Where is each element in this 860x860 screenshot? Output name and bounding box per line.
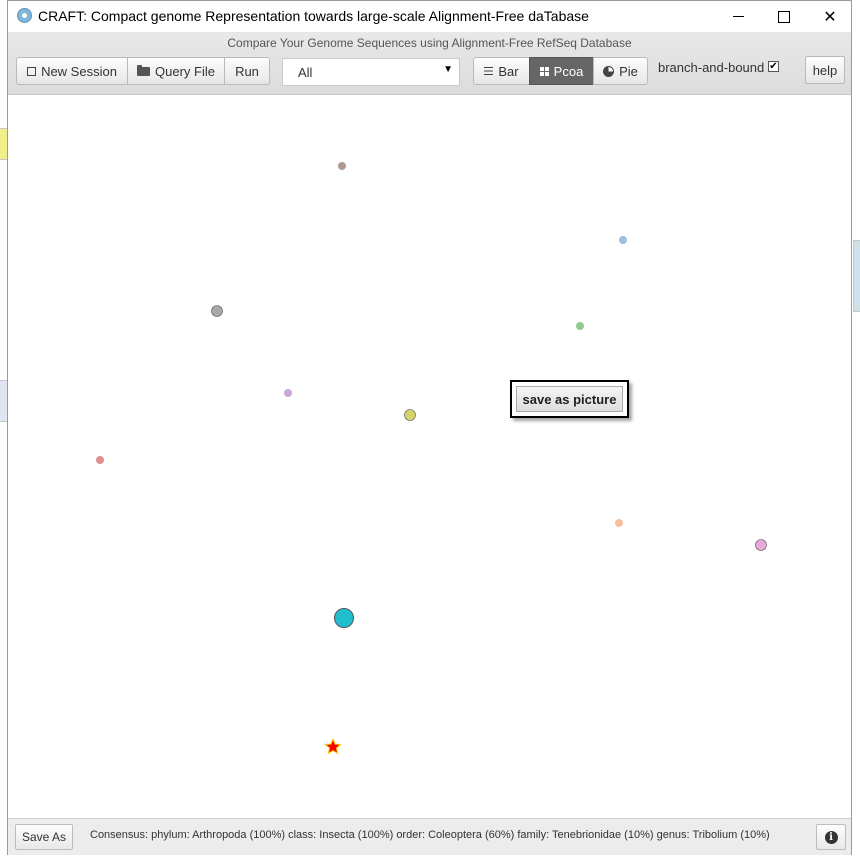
pcoa-plot-area[interactable]: save as picture xyxy=(8,95,851,818)
minimize-icon xyxy=(732,16,744,17)
status-bar: Save As Consensus: phylum: Arthropoda (1… xyxy=(8,818,851,855)
pcoa-view-button[interactable]: Pcoa xyxy=(529,57,594,85)
pcoa-point-9[interactable] xyxy=(755,539,767,551)
pie-chart-icon xyxy=(603,65,615,77)
craft-app-icon xyxy=(17,8,32,23)
save-as-button[interactable]: Save As xyxy=(15,824,73,850)
background-window-right xyxy=(853,240,860,312)
pcoa-scatter-plot xyxy=(96,162,767,755)
title-bar[interactable]: CRAFT: Compact genome Representation tow… xyxy=(8,1,851,32)
bar-label: Bar xyxy=(498,63,519,79)
branch-and-bound-label: branch-and-bound xyxy=(658,60,765,75)
query-file-label: Query File xyxy=(155,63,215,79)
close-button[interactable]: ✕ xyxy=(807,1,853,32)
rank-select[interactable]: All ▼ xyxy=(282,58,460,86)
new-session-icon xyxy=(27,66,37,76)
save-as-picture-button[interactable]: save as picture xyxy=(516,386,623,412)
pcoa-point-7[interactable] xyxy=(96,456,104,464)
bar-view-button[interactable]: Bar xyxy=(473,57,530,85)
pcoa-point-8[interactable] xyxy=(615,519,623,527)
run-label: Run xyxy=(235,63,259,79)
pcoa-point-6[interactable] xyxy=(404,409,416,421)
pcoa-point-5[interactable] xyxy=(284,389,292,397)
pie-view-button[interactable]: Pie xyxy=(593,57,648,85)
grid-icon xyxy=(539,66,549,76)
pcoa-point-10[interactable] xyxy=(334,608,354,628)
pcoa-point-3[interactable] xyxy=(211,305,223,317)
pcoa-point-4[interactable] xyxy=(576,322,584,330)
pie-label: Pie xyxy=(619,63,638,79)
pcoa-label: Pcoa xyxy=(553,63,584,79)
query-star-marker[interactable] xyxy=(324,737,342,755)
dropdown-arrow-icon: ▼ xyxy=(443,64,453,75)
minimize-button[interactable] xyxy=(715,1,761,32)
help-button[interactable]: help xyxy=(805,56,845,84)
help-label: help xyxy=(812,62,838,78)
pcoa-point-1[interactable] xyxy=(338,162,346,170)
context-menu: save as picture xyxy=(510,380,629,418)
app-window: CRAFT: Compact genome Representation tow… xyxy=(7,0,852,855)
query-file-button[interactable]: Query File xyxy=(127,57,225,85)
folder-icon xyxy=(137,64,151,76)
maximize-button[interactable] xyxy=(761,1,807,32)
pcoa-point-2[interactable] xyxy=(619,236,627,244)
run-button[interactable]: Run xyxy=(224,57,270,85)
new-session-label: New Session xyxy=(41,63,117,79)
list-icon xyxy=(484,67,494,75)
rank-select-value: All xyxy=(298,65,313,80)
toolbar: Compare Your Genome Sequences using Alig… xyxy=(8,32,851,95)
checkmark-icon: ✔ xyxy=(769,61,778,72)
close-icon: ✕ xyxy=(823,8,837,26)
consensus-text: Consensus: phylum: Arthropoda (100%) cla… xyxy=(90,829,770,841)
info-button[interactable]: i xyxy=(816,824,846,850)
maximize-icon xyxy=(778,10,790,23)
new-session-button[interactable]: New Session xyxy=(16,57,128,85)
branch-and-bound-checkbox[interactable]: ✔ xyxy=(768,61,779,72)
window-title: CRAFT: Compact genome Representation tow… xyxy=(38,8,589,24)
info-icon: i xyxy=(824,830,838,844)
app-subtitle: Compare Your Genome Sequences using Alig… xyxy=(227,36,632,50)
